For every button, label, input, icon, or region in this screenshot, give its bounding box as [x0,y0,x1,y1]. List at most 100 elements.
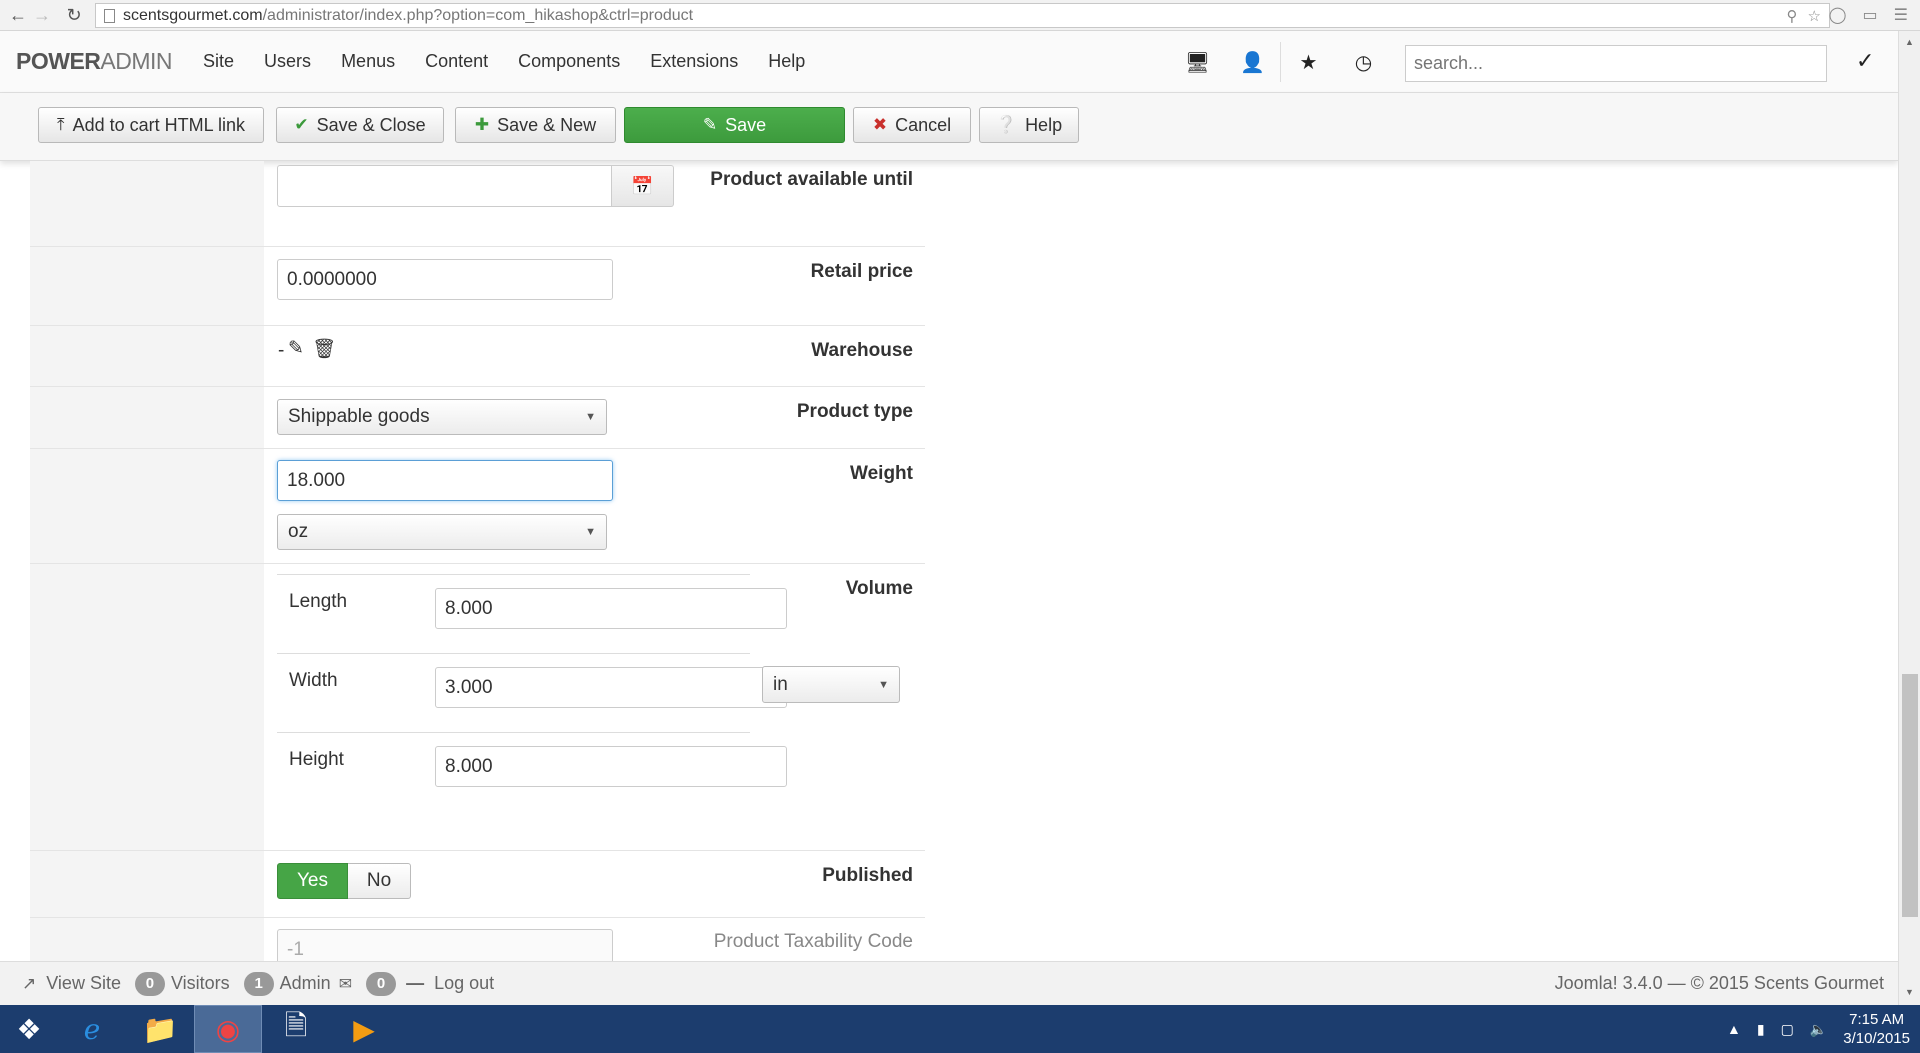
length-label: Length [289,591,348,612]
weight-unit-select[interactable]: oz ▼ [277,514,607,550]
visitors-label: Visitors [170,973,230,993]
sub-divider [277,732,750,733]
product-type-select[interactable]: Shippable goods ▼ [277,399,607,435]
messages-badge: 0 [366,971,397,996]
help-label: Help [1025,114,1063,135]
check-circle-icon[interactable]: ✓ [1856,48,1874,74]
scroll-thumb[interactable] [1902,674,1918,917]
search-input[interactable] [1405,45,1827,82]
menu-site[interactable]: Site [188,51,249,72]
width-input[interactable]: 3.000 [435,667,787,708]
browser-bar: ← → ↻ scentsgourmet.com/administrator/in… [0,0,1920,31]
length-input[interactable]: 8.000 [435,588,787,629]
add-to-cart-link-button[interactable]: ⤒ Add to cart HTML link [38,107,264,143]
retail-price-input[interactable]: 0.0000000 [277,259,613,300]
warehouse-label: Warehouse [811,340,913,361]
brand-logo[interactable]: POWERADMIN [16,48,173,75]
height-input[interactable]: 8.000 [435,746,787,787]
brand-bold: POWER [16,48,101,74]
plus-icon: ✚ [474,115,490,134]
windows-taskbar: ❖ ℯ 📁 ◉ 🗎 ▶ ▲ ▮ ▢ 🔈 7:15 AM 3/10/2015 [0,1005,1920,1053]
width-label: Width [289,670,338,691]
page-icon [104,8,115,23]
cancel-label: Cancel [895,114,952,135]
volume-icon[interactable]: 🔈 [1810,1021,1827,1038]
admin-badge: 1 [243,971,274,996]
label-column [30,161,264,961]
url-host: scentsgourmet.com [123,6,263,24]
check-icon: ✔ [294,115,309,134]
internet-explorer-icon[interactable]: ℯ [58,1005,126,1053]
signal-icon[interactable]: ▢ [1781,1021,1794,1038]
row-divider [30,917,925,918]
address-bar[interactable]: scentsgourmet.com/administrator/index.ph… [95,3,1830,28]
save-new-button[interactable]: ✚ Save & New [455,107,616,143]
dimension-unit-select[interactable]: in ▼ [762,666,900,703]
clock-date: 3/10/2015 [1843,1030,1910,1047]
media-player-icon[interactable]: ▶ [330,1005,398,1053]
scroll-down-icon[interactable]: ▼ [1905,987,1914,997]
file-explorer-icon[interactable]: 📁 [126,1005,194,1053]
windows-start-icon[interactable]: ❖ [0,1005,58,1053]
url-path: /administrator/index.php?option=com_hika… [262,6,694,24]
pencil-icon[interactable]: ✎ [288,337,304,360]
view-site-link[interactable]: View Site [46,973,121,994]
forward-icon[interactable]: → [28,1,56,29]
weight-input[interactable]: 18.000 [277,460,613,501]
cancel-button[interactable]: ✖ Cancel [853,107,971,143]
calendar-button[interactable]: 📅 [612,165,674,207]
published-no-button[interactable]: No [348,863,411,899]
document-icon[interactable]: 🗎 [262,1005,330,1053]
save-close-button[interactable]: ✔ Save & Close [276,107,444,143]
envelope-icon[interactable]: ✉ [339,974,352,994]
battery-icon[interactable]: ▮ [1757,1021,1765,1038]
status-bar: ↗ View Site 0 Visitors 1 Admin ✉ 0 — Log… [0,961,1898,1005]
menu-help[interactable]: Help [753,51,820,72]
page-scrollbar[interactable]: ▲ ▼ [1898,31,1920,1005]
trash-icon[interactable]: 🗑 [312,337,336,361]
published-yes-button[interactable]: Yes [277,863,348,899]
cast-icon[interactable]: ▭ [1863,5,1878,25]
available-until-input[interactable] [277,165,612,207]
admin-label: Admin [279,973,331,993]
taxability-label: Product Taxability Code [713,931,913,952]
product-form: Product available until 📅 Retail price 0… [30,161,925,961]
clock-icon[interactable]: ◷ [1336,31,1391,93]
cancel-icon: ✖ [872,115,888,134]
menu-extensions[interactable]: Extensions [635,51,753,72]
menu-components[interactable]: Components [503,51,635,72]
save-button[interactable]: ✎ Save [624,107,845,143]
menu-menus[interactable]: Menus [326,51,410,72]
sub-divider [277,653,750,654]
bookmark-star-icon[interactable]: ☆ [1808,7,1821,25]
star-icon[interactable]: ★ [1281,31,1336,93]
help-button[interactable]: ❔ Help [979,107,1079,143]
zoom-icon[interactable]: ⚲ [1787,7,1798,25]
menu-icon[interactable]: ☰ [1894,5,1908,25]
reload-icon[interactable]: ↻ [60,1,88,29]
chevron-down-icon: ▼ [585,526,596,538]
menu-content[interactable]: Content [410,51,503,72]
taxability-input[interactable]: -1 [277,929,613,961]
row-divider [30,448,925,449]
extension-icon[interactable]: ◯ [1829,5,1847,25]
monitor-icon[interactable]: 🖥 [1170,31,1225,93]
row-divider [30,563,925,564]
scroll-up-icon[interactable]: ▲ [1905,37,1914,47]
help-icon: ❔ [995,115,1018,134]
user-icon[interactable]: 👤 [1225,31,1280,93]
tray-arrow-icon[interactable]: ▲ [1727,1021,1741,1037]
version-copyright: Joomla! 3.4.0 — © 2015 Scents Gourmet [1554,973,1884,993]
logout-link[interactable]: Log out [434,973,494,994]
brand-light: ADMIN [100,48,173,74]
clock[interactable]: 7:15 AM 3/10/2015 [1843,1010,1910,1048]
available-until-label: Product available until [710,169,913,190]
add-to-cart-label: Add to cart HTML link [72,114,245,135]
chrome-icon[interactable]: ◉ [194,1005,262,1053]
save-label: Save [725,114,767,135]
chevron-down-icon: ▼ [585,411,596,423]
admin-top-nav: POWERADMIN Site Users Menus Content Comp… [0,31,1898,93]
product-type-value: Shippable goods [288,406,430,427]
published-label: Published [822,865,913,886]
menu-users[interactable]: Users [249,51,326,72]
